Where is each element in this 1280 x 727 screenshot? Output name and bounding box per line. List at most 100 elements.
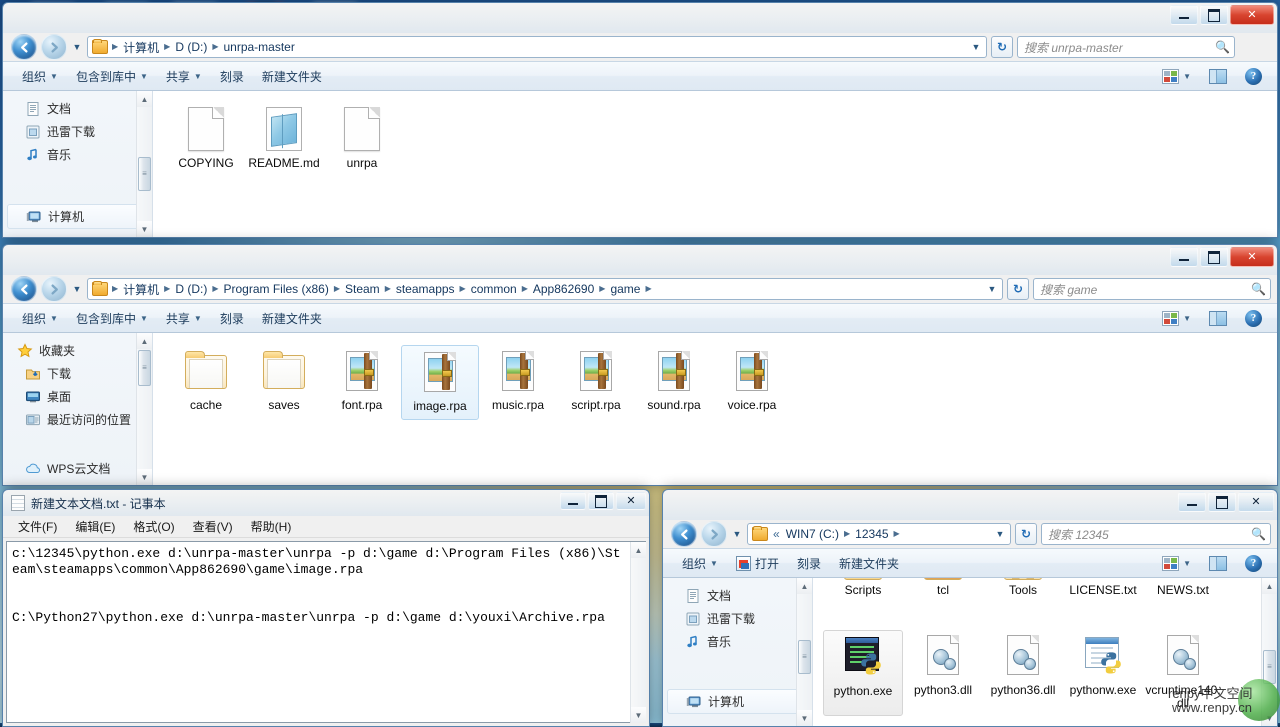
- file-item[interactable]: vcruntime140.dll: [1143, 630, 1223, 716]
- file-item[interactable]: font.rpa: [323, 345, 401, 420]
- address-bar[interactable]: ▶ 计算机 ▶ D (D:) ▶ Program Files (x86) ▶ S…: [87, 278, 1003, 300]
- file-item[interactable]: script.rpa: [557, 345, 635, 420]
- menu-view[interactable]: 查看(V): [184, 516, 242, 537]
- scroll-down-icon[interactable]: ▼: [631, 707, 646, 723]
- minimize-button[interactable]: [1178, 492, 1206, 512]
- navpane-scrollbar[interactable]: ▲ ≡ ▼: [136, 91, 152, 237]
- preview-pane-button[interactable]: [1200, 552, 1236, 575]
- address-dropdown-icon[interactable]: ▼: [992, 524, 1008, 544]
- notepad-scrollbar[interactable]: ▲ ▼: [630, 542, 646, 723]
- burn-button[interactable]: 刻录: [211, 306, 253, 331]
- file-item[interactable]: tcl: [903, 578, 983, 603]
- window3-file-pane[interactable]: Scripts tcl Tools LICENSE.txt NEWS.txt p…: [813, 578, 1277, 726]
- file-item[interactable]: voice.rpa: [713, 345, 791, 420]
- sidebar-item-recent-places[interactable]: 最近访问的位置: [3, 408, 152, 431]
- share-button[interactable]: 共享 ▼: [157, 306, 211, 331]
- minimize-button[interactable]: [1170, 5, 1198, 25]
- sidebar-item-music[interactable]: 音乐: [3, 143, 152, 166]
- sidebar-item-downloads[interactable]: 下载: [3, 362, 152, 385]
- scroll-down-icon[interactable]: ▼: [137, 469, 152, 485]
- scrollbar-thumb[interactable]: ≡: [138, 350, 151, 386]
- window2-navigation-pane[interactable]: 收藏夹 下载 桌面 最近访问的位置 WPS云文档 ▲ ≡ ▼: [3, 333, 153, 485]
- sidebar-item-xunlei-downloads[interactable]: 迅雷下载: [663, 607, 812, 630]
- window1-titlebar[interactable]: ✕: [3, 3, 1277, 33]
- navpane-scrollbar[interactable]: ▲ ≡ ▼: [136, 333, 152, 485]
- back-button[interactable]: [671, 521, 697, 547]
- file-item[interactable]: README.md: [245, 103, 323, 176]
- organize-button[interactable]: 组织 ▼: [13, 306, 67, 331]
- file-item[interactable]: music.rpa: [479, 345, 557, 420]
- scroll-down-icon[interactable]: ▼: [797, 710, 812, 726]
- search-input[interactable]: 搜索 unrpa-master 🔍: [1017, 36, 1235, 58]
- breadcrumb-item[interactable]: Program Files (x86): [220, 281, 331, 297]
- search-input[interactable]: 搜索 12345 🔍: [1041, 523, 1271, 545]
- window2-file-pane[interactable]: cache saves font.rpa image.rpa music.rpa…: [153, 333, 1277, 485]
- file-item[interactable]: pythonw.exe: [1063, 630, 1143, 716]
- share-button[interactable]: 共享 ▼: [157, 64, 211, 89]
- menu-help[interactable]: 帮助(H): [242, 516, 301, 537]
- help-button[interactable]: ?: [1236, 64, 1271, 89]
- burn-button[interactable]: 刻录: [211, 64, 253, 89]
- menu-edit[interactable]: 编辑(E): [66, 516, 124, 537]
- address-bar[interactable]: « WIN7 (C:) ▶ 12345 ▶ ▼: [747, 523, 1011, 545]
- window1-file-pane[interactable]: COPYING README.md unrpa: [153, 91, 1277, 237]
- recent-pages-dropdown-icon[interactable]: ▼: [731, 521, 743, 547]
- menu-file[interactable]: 文件(F): [9, 516, 66, 537]
- file-item[interactable]: NEWS.txt: [1143, 578, 1223, 603]
- refresh-button[interactable]: ↻: [1015, 523, 1037, 545]
- window3-titlebar[interactable]: ✕: [663, 490, 1277, 520]
- file-item[interactable]: Tools: [983, 578, 1063, 603]
- sidebar-item-documents[interactable]: 文档: [3, 97, 152, 120]
- maximize-button[interactable]: [1208, 492, 1236, 512]
- file-item-selected[interactable]: python.exe: [823, 630, 903, 716]
- scroll-up-icon[interactable]: ▲: [1262, 578, 1277, 594]
- window1-navigation-pane[interactable]: 文档 迅雷下载 音乐 计算机 ▲ ≡ ▼: [3, 91, 153, 237]
- sidebar-item-desktop[interactable]: 桌面: [3, 385, 152, 408]
- help-button[interactable]: ?: [1236, 306, 1271, 331]
- navpane-scrollbar[interactable]: ▲ ≡ ▼: [796, 578, 812, 726]
- file-item[interactable]: python36.dll: [983, 630, 1063, 716]
- sidebar-item-computer[interactable]: 计算机: [7, 204, 148, 229]
- file-item[interactable]: COPYING: [167, 103, 245, 176]
- file-item[interactable]: python3.dll: [903, 630, 983, 716]
- preview-pane-button[interactable]: [1200, 307, 1236, 330]
- sidebar-item-xunlei-downloads[interactable]: 迅雷下载: [3, 120, 152, 143]
- sidebar-item-music[interactable]: 音乐: [663, 630, 812, 653]
- refresh-button[interactable]: ↻: [1007, 278, 1029, 300]
- breadcrumb-overflow-icon[interactable]: «: [770, 526, 783, 542]
- scroll-up-icon[interactable]: ▲: [137, 333, 152, 349]
- file-item[interactable]: sound.rpa: [635, 345, 713, 420]
- breadcrumb-item[interactable]: 12345: [852, 526, 891, 542]
- notepad-text-area[interactable]: c:\12345\python.exe d:\unrpa-master\unrp…: [6, 541, 646, 723]
- explorer-window-unrpa-master[interactable]: ✕ ▼ ▶ 计算机 ▶ D (D:) ▶ unrpa-master ▼ ↻ 搜索…: [2, 2, 1278, 238]
- scroll-up-icon[interactable]: ▲: [797, 578, 812, 594]
- forward-button[interactable]: [701, 521, 727, 547]
- scrollbar-thumb[interactable]: ≡: [798, 640, 811, 674]
- open-button[interactable]: 打开: [727, 551, 788, 576]
- refresh-button[interactable]: ↻: [991, 36, 1013, 58]
- maximize-button[interactable]: [1200, 247, 1228, 267]
- preview-pane-button[interactable]: [1200, 65, 1236, 88]
- close-button[interactable]: ✕: [616, 492, 646, 510]
- change-view-button[interactable]: ▼: [1153, 65, 1200, 88]
- menu-format[interactable]: 格式(O): [124, 516, 183, 537]
- file-item[interactable]: LICENSE.txt: [1063, 578, 1143, 603]
- sidebar-item-wps-cloud[interactable]: WPS云文档: [3, 461, 152, 475]
- window2-titlebar[interactable]: ✕: [3, 245, 1277, 275]
- breadcrumb-item[interactable]: steamapps: [393, 281, 458, 297]
- file-item[interactable]: saves: [245, 345, 323, 420]
- file-item-selected[interactable]: image.rpa: [401, 345, 479, 420]
- breadcrumb-item[interactable]: unrpa-master: [220, 39, 297, 55]
- back-button[interactable]: [11, 276, 37, 302]
- maximize-button[interactable]: [588, 492, 614, 510]
- new-folder-button[interactable]: 新建文件夹: [253, 64, 331, 89]
- scroll-up-icon[interactable]: ▲: [137, 91, 152, 107]
- organize-button[interactable]: 组织 ▼: [673, 551, 727, 576]
- forward-button[interactable]: [41, 276, 67, 302]
- explorer-window-12345[interactable]: ✕ ▼ « WIN7 (C:) ▶ 12345 ▶ ▼ ↻ 搜索 12345 🔍…: [662, 489, 1278, 727]
- breadcrumb-item[interactable]: D (D:): [172, 281, 210, 297]
- scrollbar-thumb[interactable]: ≡: [138, 157, 151, 191]
- explorer-window-game[interactable]: ✕ ▼ ▶ 计算机 ▶ D (D:) ▶ Program Files (x86): [2, 244, 1278, 486]
- burn-button[interactable]: 刻录: [788, 551, 830, 576]
- address-bar[interactable]: ▶ 计算机 ▶ D (D:) ▶ unrpa-master ▼: [87, 36, 987, 58]
